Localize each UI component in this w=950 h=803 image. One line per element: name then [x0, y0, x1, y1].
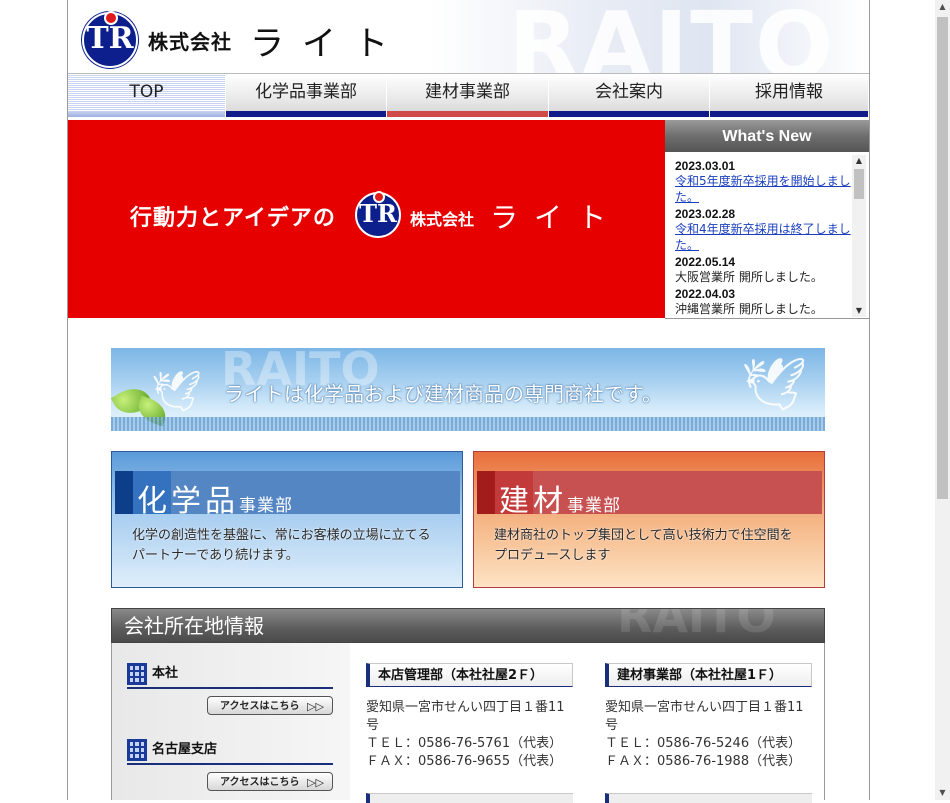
access-button[interactable]: ▷▷ アクセスはこちら [207, 772, 333, 791]
office-title-partial [605, 793, 812, 803]
news-text: 大阪営業所 開所しました。 [675, 270, 823, 284]
office-title: 本店管理部（本社社屋2Ｆ） [366, 663, 573, 687]
building-title: 建材事業部 [499, 476, 621, 520]
company-name: ライト [250, 24, 406, 64]
office-info: 愛知県一宮市せんい四丁目１番11号 ＴＥＬ：0586-76-5761（代表） Ｆ… [366, 699, 573, 771]
building-icon [127, 663, 147, 685]
nav-building-materials[interactable]: 建材事業部 [387, 74, 549, 117]
bird-icon: 🕊 [151, 369, 202, 415]
whats-new-panel: What's New 2023.03.01 令和5年度新卒採用を開始しました。 … [665, 120, 869, 319]
building-title-main: 建材 [499, 484, 567, 519]
company-logo[interactable]: TR [82, 11, 138, 68]
page-scroll-thumb[interactable] [937, 17, 948, 499]
building-icon [127, 739, 147, 761]
hero-company-name: ライト [490, 201, 623, 234]
building-desc-line: 建材商社のトップ集団として高い技術力で住空間を [494, 528, 793, 543]
news-list[interactable]: 2023.03.01 令和5年度新卒採用を開始しました。 2023.02.28 … [665, 157, 851, 317]
hero-company-prefix: 株式会社 [410, 210, 475, 229]
nav-recruit[interactable]: 採用情報 [710, 74, 869, 117]
office-building-materials: 建材事業部（本社社屋1Ｆ） 愛知県一宮市せんい四丁目１番11号 ＴＥＬ：0586… [605, 663, 812, 771]
building-desc-line: プロデュースします [494, 548, 611, 563]
tagline-banner: RAITO 🕊 🕊 ライトは化学品および建材商品の専門商社です。 [111, 348, 825, 431]
office-fax: ＦＡＸ：0586-76-1988（代表） [605, 754, 802, 769]
office-title: 建材事業部（本社社屋1Ｆ） [605, 663, 812, 687]
header-watermark: RAITO [508, 0, 836, 74]
company-prefix: 株式会社 [148, 30, 232, 54]
news-item: 2022.05.14 大阪営業所 開所しました。 [675, 255, 851, 285]
hero-banner: 行動力とアイデアの TR 株式会社 ライト [68, 120, 665, 318]
chemical-desc-line: 化学の創造性を基盤に、常にお客様の立場に立てる [132, 528, 431, 543]
office-fax: ＦＡＸ：0586-76-9655（代表） [366, 754, 563, 769]
office-head-management: 本店管理部（本社社屋2Ｆ） 愛知県一宮市せんい四丁目１番11号 ＴＥＬ：0586… [366, 663, 573, 771]
page-scrollbar[interactable]: ▲ ▼ [935, 0, 950, 800]
office-address: 愛知県一宮市せんい四丁目１番11号 [366, 700, 565, 733]
building-division-card[interactable]: 建材事業部 建材商社のトップ集団として高い技術力で住空間を プロデュースします [473, 451, 825, 588]
news-date: 2022.04.03 [675, 287, 736, 301]
branch-head-office: 本社 ▷▷ アクセスはこちら [127, 663, 333, 715]
branch-sidebar: 本社 ▷▷ アクセスはこちら 名古屋支店 ▷▷ アクセスはこちら [112, 643, 350, 800]
branch-nagoya: 名古屋支店 ▷▷ アクセスはこちら [127, 739, 333, 791]
banner-pattern [111, 417, 825, 431]
news-item: 2022.04.03 沖縄営業所 開所しました。 [675, 287, 851, 317]
access-label: アクセスはこちら [220, 777, 300, 788]
hero-logo: TR [355, 191, 401, 238]
chemical-title-sub: 事業部 [239, 496, 293, 516]
locations-header: 会社所在地情報 RAITO [111, 608, 825, 643]
nav-chemical[interactable]: 化学品事業部 [226, 74, 387, 117]
access-button[interactable]: ▷▷ アクセスはこちら [207, 696, 333, 715]
branch-title: 本社 [127, 663, 333, 689]
chemical-division-card[interactable]: 化学品事業部 化学の創造性を基盤に、常にお客様の立場に立てる パートナーであり続… [111, 451, 463, 588]
branch-title: 名古屋支店 [127, 739, 333, 765]
news-link[interactable]: 令和4年度新卒採用は終了しました。 [675, 221, 851, 253]
whats-new-title: What's New [665, 120, 869, 152]
nav-top[interactable]: TOP [68, 74, 226, 117]
office-tel: ＴＥＬ：0586-76-5246（代表） [605, 736, 802, 751]
nav-company[interactable]: 会社案内 [549, 74, 710, 117]
office-tel: ＴＥＬ：0586-76-5761（代表） [366, 736, 563, 751]
office-address: 愛知県一宮市せんい四丁目１番11号 [605, 700, 804, 733]
news-date: 2022.05.14 [675, 255, 736, 269]
news-date: 2023.03.01 [675, 159, 736, 173]
site-header: RAITO TR 株式会社 ライト [68, 0, 869, 74]
scroll-up-icon[interactable]: ▲ [935, 0, 950, 14]
hero-tagline: 行動力とアイデアの [130, 206, 336, 231]
news-item: 2023.02.28 令和4年度新卒採用は終了しました。 [675, 207, 851, 253]
arrow-right-icon: ▷▷ [307, 700, 324, 713]
locations-watermark: RAITO [617, 608, 776, 643]
hero-logo-letters: TR [359, 199, 397, 228]
news-scrollbar[interactable]: ▲ ▼ [852, 155, 866, 317]
bird-icon: 🕊 [741, 355, 808, 415]
chemical-description: 化学の創造性を基盤に、常にお客様の立場に立てる パートナーであり続けます。 [132, 526, 452, 566]
scroll-down-icon[interactable]: ▼ [935, 786, 950, 800]
banner-text: ライトは化学品および建材商品の専門商社です。 [224, 382, 662, 406]
news-item: 2023.03.01 令和5年度新卒採用を開始しました。 [675, 159, 851, 205]
scroll-down-icon[interactable]: ▼ [852, 305, 866, 317]
branch-name: 本社 [152, 666, 179, 681]
page-container: RAITO TR 株式会社 ライト TOP 化学品事業部 建材事業部 会社案内 … [67, 0, 870, 803]
logo-letters: TR [86, 21, 134, 56]
office-title-partial [366, 793, 573, 803]
building-title-sub: 事業部 [567, 496, 621, 516]
news-link[interactable]: 令和5年度新卒採用を開始しました。 [675, 173, 851, 205]
main-nav: TOP 化学品事業部 建材事業部 会社案内 採用情報 [68, 74, 869, 117]
building-description: 建材商社のトップ集団として高い技術力で住空間を プロデュースします [494, 526, 814, 566]
office-info: 愛知県一宮市せんい四丁目１番11号 ＴＥＬ：0586-76-5246（代表） Ｆ… [605, 699, 812, 771]
news-scroll-thumb[interactable] [854, 169, 864, 199]
news-text: 沖縄営業所 開所しました。 [675, 302, 823, 316]
arrow-right-icon: ▷▷ [307, 776, 324, 789]
chemical-desc-line: パートナーであり続けます。 [132, 548, 299, 563]
scroll-up-icon[interactable]: ▲ [852, 155, 866, 167]
branch-name: 名古屋支店 [152, 742, 218, 757]
locations-title: 会社所在地情報 [124, 614, 264, 638]
news-date: 2023.02.28 [675, 207, 736, 221]
chemical-title: 化学品事業部 [137, 476, 293, 520]
chemical-title-main: 化学品 [137, 484, 239, 519]
locations-body: 本社 ▷▷ アクセスはこちら 名古屋支店 ▷▷ アクセスはこちら 本店管理部（本… [111, 643, 825, 803]
access-label: アクセスはこちら [220, 701, 300, 712]
